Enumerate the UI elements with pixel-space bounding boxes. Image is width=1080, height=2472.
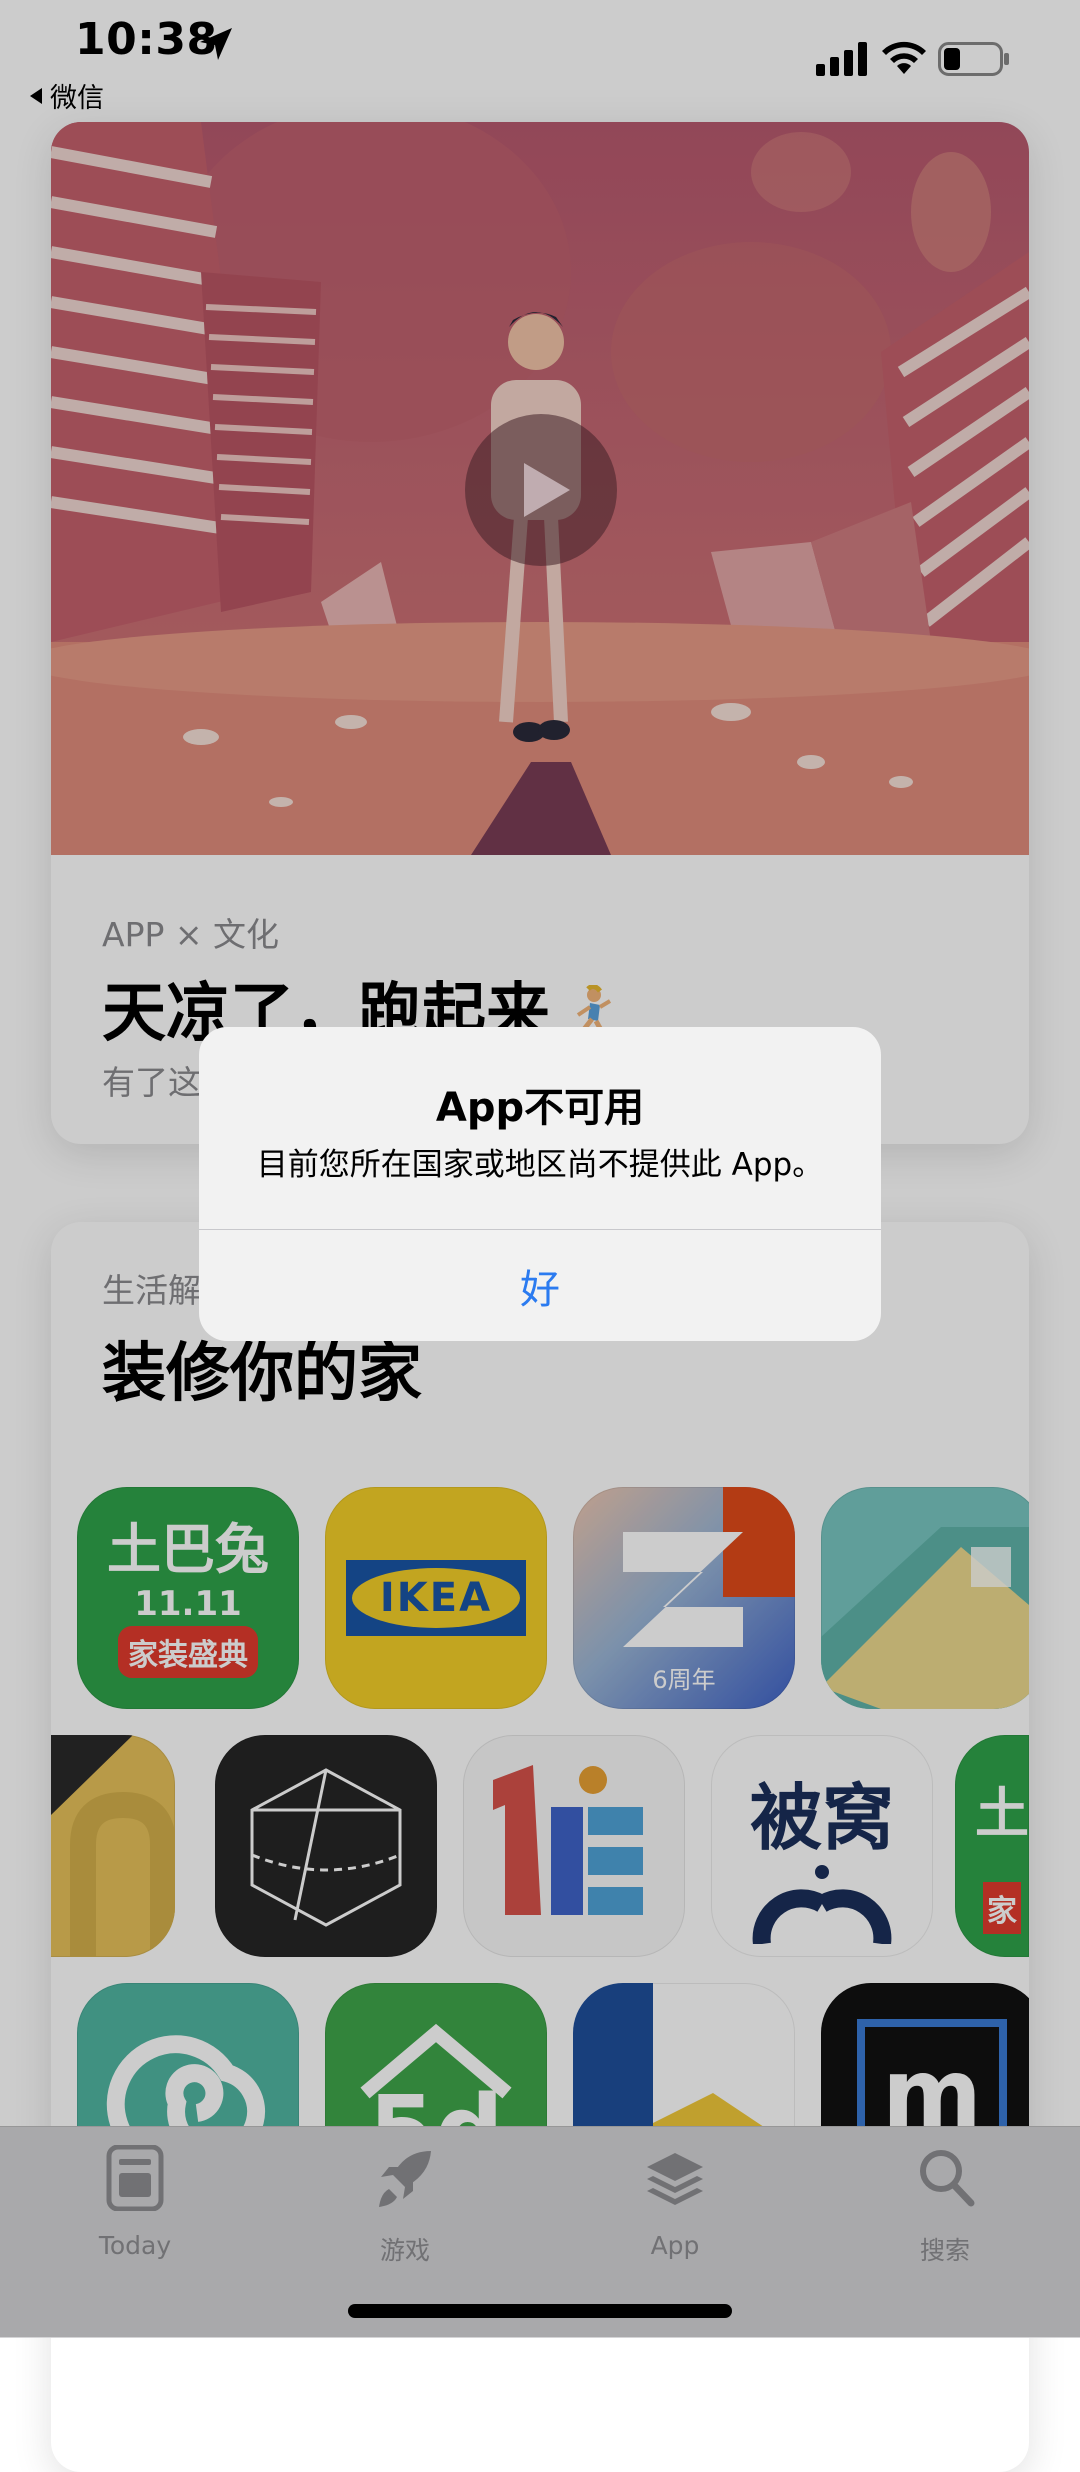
alert-message: 目前您所在国家或地区尚不提供此 App。 [256,1147,824,1183]
home-indicator[interactable] [348,2304,732,2318]
app-unavailable-alert: App不可用 目前您所在国家或地区尚不提供此 App。 好 [199,1027,881,1341]
alert-ok-button[interactable]: 好 [199,1230,881,1341]
alert-title: App不可用 [435,1085,645,1131]
